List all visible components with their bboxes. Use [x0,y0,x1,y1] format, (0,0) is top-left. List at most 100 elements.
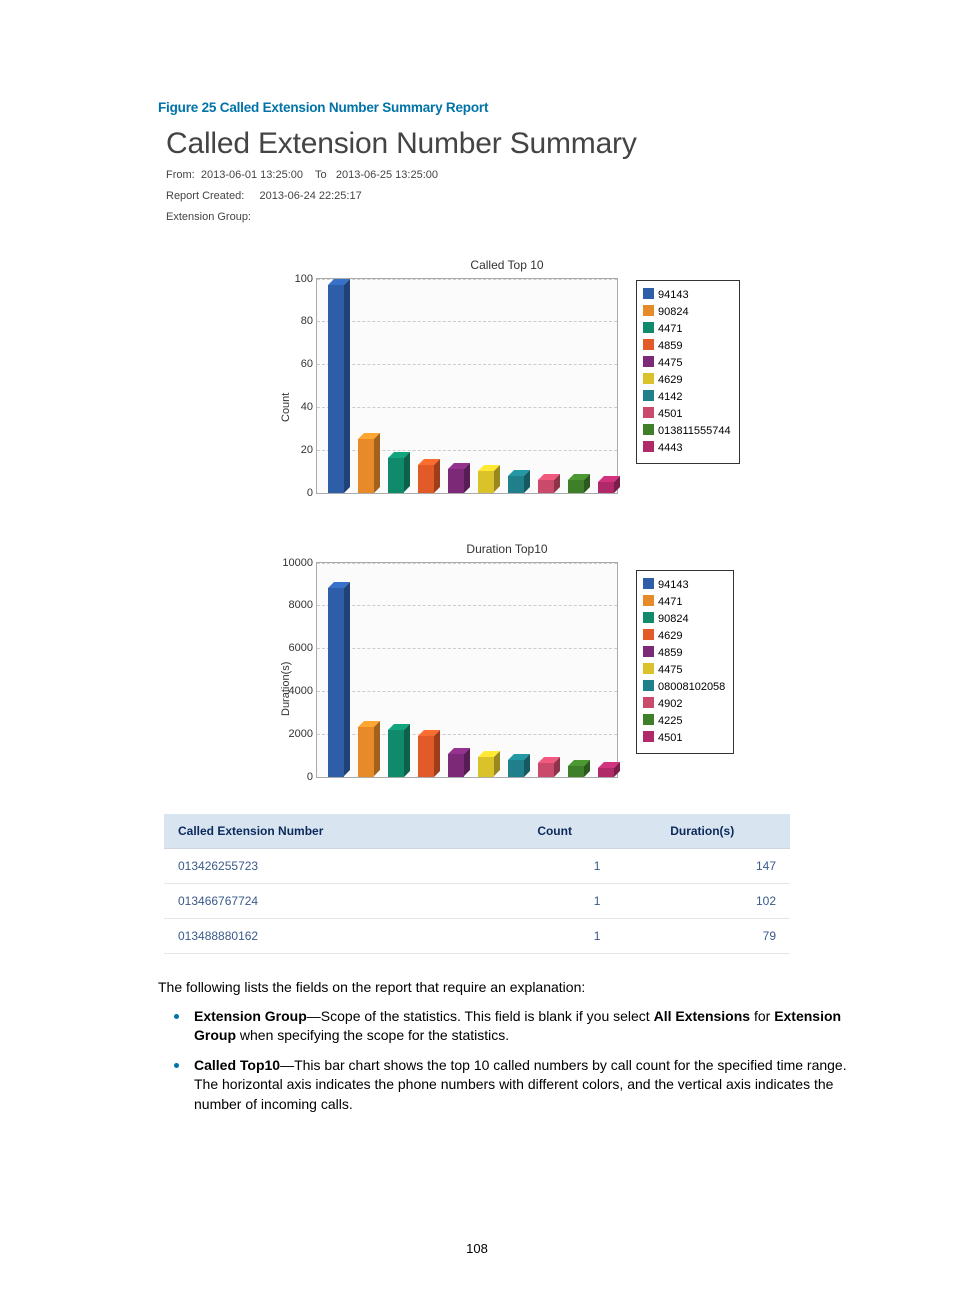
legend-swatch [643,407,654,418]
legend-label: 4443 [658,442,682,454]
legend-swatch [643,697,654,708]
bar [568,480,584,493]
legend-item: 4475 [643,662,725,679]
bar [358,439,374,493]
table-row: 0134667677241102 [164,883,790,918]
bar [328,588,344,776]
created-value: 2013-06-24 22:25:17 [260,190,362,202]
legend-item: 4443 [643,440,731,457]
legend-label: 4859 [658,647,682,659]
bar [538,763,554,777]
ytick: 0 [307,771,313,783]
legend-label: 4629 [658,630,682,642]
legend-item: 4142 [643,389,731,406]
bar [388,458,404,492]
legend-item: 013811555744 [643,423,731,440]
legend-item: 90824 [643,304,731,321]
ytick: 8000 [289,599,313,611]
legend-label: 4471 [658,323,682,335]
legend-swatch [643,424,654,435]
bar [568,766,584,777]
cell-ext: 013426255723 [164,848,495,883]
legend-label: 4501 [658,732,682,744]
legend-label: 4629 [658,374,682,386]
legend-item: 90824 [643,611,725,628]
legend-label: 4501 [658,408,682,420]
bar [448,469,464,493]
bar [418,736,434,777]
ytick: 0 [307,487,313,499]
chart-title: Called Top 10 [158,258,856,272]
chart-plot-area: 020406080100 [316,278,618,494]
cell-count: 1 [495,918,615,953]
table-header-row: Called Extension Number Count Duration(s… [164,814,790,849]
legend-label: 94143 [658,579,689,591]
legend-swatch [643,441,654,452]
legend-label: 4859 [658,340,682,352]
legend-label: 08008102058 [658,681,725,693]
bar [478,471,494,492]
ytick: 80 [301,315,313,327]
legend-item: 4859 [643,338,731,355]
report-meta-extgroup: Extension Group: [166,207,856,228]
cell-dur: 102 [614,883,790,918]
bar [478,757,494,776]
legend-swatch [643,714,654,725]
cell-count: 1 [495,883,615,918]
ytick: 10000 [282,557,313,569]
created-label: Report Created: [166,190,244,202]
chart-called-top10: Called Top 10 Count 020406080100 9414390… [158,262,856,512]
legend-swatch [643,612,654,623]
legend-swatch [643,373,654,384]
ytick: 4000 [289,685,313,697]
figure-caption: Figure 25 Called Extension Number Summar… [158,100,856,115]
legend-label: 90824 [658,613,689,625]
legend-item: 4501 [643,730,725,747]
bar [358,727,374,776]
bar [418,465,434,493]
cell-ext: 013466767724 [164,883,495,918]
legend-item: 94143 [643,577,725,594]
from-label: From: [166,169,195,181]
legend-label: 4902 [658,698,682,710]
legend-label: 4142 [658,391,682,403]
bar [598,768,614,777]
legend-item: 4859 [643,645,725,662]
legend-item: 4471 [643,594,725,611]
chart-duration-top10: Duration Top10 Duration(s) 0200040006000… [158,546,856,796]
legend-swatch [643,680,654,691]
legend-item: 4471 [643,321,731,338]
legend-item: 4629 [643,628,725,645]
explain-item: Called Top10—This bar chart shows the to… [158,1056,856,1115]
legend-label: 4475 [658,357,682,369]
legend-item: 08008102058 [643,679,725,696]
chart-ylabel: Count [280,392,292,421]
ytick: 60 [301,358,313,370]
from-value: 2013-06-01 13:25:00 [201,169,303,181]
extgroup-label: Extension Group: [166,211,251,223]
legend-swatch [643,305,654,316]
legend-swatch [643,731,654,742]
legend-item: 94143 [643,287,731,304]
legend-label: 4471 [658,596,682,608]
table-row: 0134262557231147 [164,848,790,883]
legend-label: 4475 [658,664,682,676]
chart-legend: 9414390824 4471 4859 4475 4629 4142 4501 013811… [636,280,740,464]
cell-count: 1 [495,848,615,883]
report-meta-created: Report Created: 2013-06-24 22:25:17 [166,186,856,207]
ytick: 100 [295,273,313,285]
legend-swatch [643,578,654,589]
legend-item: 4501 [643,406,731,423]
explain-intro: The following lists the fields on the re… [158,978,856,997]
ytick: 2000 [289,728,313,740]
to-label: To [315,169,327,181]
bar [508,760,524,777]
ytick: 6000 [289,642,313,654]
legend-swatch [643,646,654,657]
bar [598,482,614,493]
bar [508,476,524,493]
document-page: Figure 25 Called Extension Number Summar… [0,0,954,1296]
cell-ext: 013488880162 [164,918,495,953]
table-row: 013488880162179 [164,918,790,953]
explain-item: Extension Group—Scope of the statistics.… [158,1007,856,1046]
